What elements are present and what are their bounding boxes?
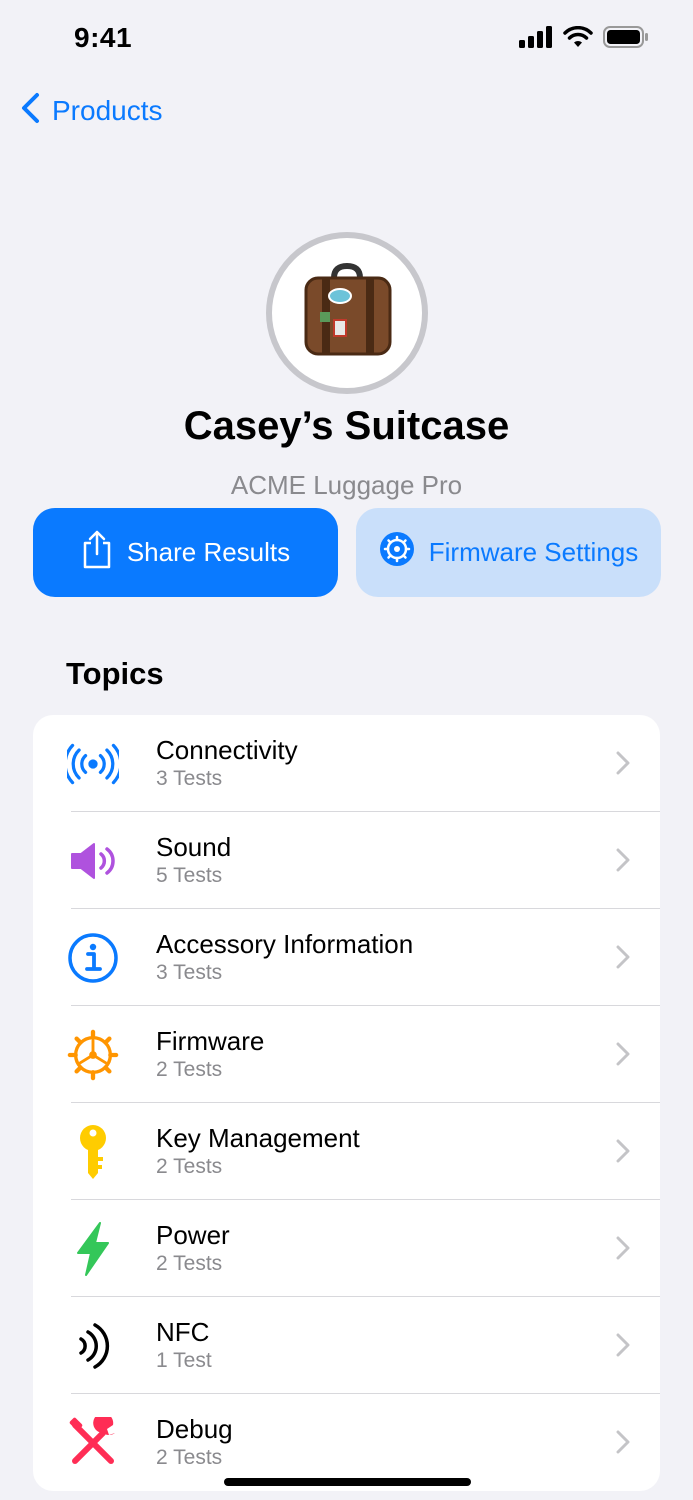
battery-icon (603, 26, 649, 53)
product-avatar (266, 232, 428, 394)
key-icon (67, 1125, 119, 1179)
topic-label: Key Management (156, 1123, 360, 1153)
tools-icon (67, 1417, 119, 1469)
info-icon (67, 932, 119, 984)
topic-detail: 5 Tests (156, 864, 223, 887)
topic-detail: 2 Tests (156, 1252, 223, 1275)
topic-row-connectivity[interactable]: Connectivity 3 Tests (33, 715, 660, 812)
chevron-left-icon (20, 92, 40, 129)
status-icons (519, 25, 649, 53)
back-label: Products (52, 94, 163, 126)
share-results-button[interactable]: Share Results (33, 508, 338, 597)
topic-label: Sound (156, 832, 232, 862)
wifi-icon (563, 25, 593, 53)
topic-row-firmware[interactable]: Firmware 2 Tests (33, 1006, 660, 1103)
home-indicator[interactable] (224, 1478, 471, 1486)
gear-icon (67, 1029, 119, 1081)
topic-detail: 1 Test (156, 1349, 212, 1372)
topics-list: Connectivity 3 Tests Sound 5 Tests Acces… (33, 715, 660, 1491)
topic-detail: 3 Tests (156, 767, 223, 790)
topic-row-accessory-information[interactable]: Accessory Information 3 Tests (33, 909, 660, 1006)
speaker-icon (67, 835, 119, 887)
back-button[interactable]: Products (20, 92, 163, 129)
topic-detail: 3 Tests (156, 961, 223, 984)
nfc-icon (67, 1320, 119, 1372)
chevron-right-icon (616, 848, 630, 877)
chevron-right-icon (616, 751, 630, 780)
product-title: Casey’s Suitcase (183, 404, 510, 448)
topic-row-key-management[interactable]: Key Management 2 Tests (33, 1103, 660, 1200)
topic-label: Accessory Information (156, 929, 414, 959)
topic-row-debug[interactable]: Debug 2 Tests (33, 1394, 660, 1491)
chevron-right-icon (616, 1042, 630, 1071)
suitcase-icon (292, 256, 402, 371)
topic-label: Debug (156, 1414, 233, 1444)
bolt-icon (67, 1222, 119, 1276)
topic-detail: 2 Tests (156, 1155, 223, 1178)
chevron-right-icon (616, 1236, 630, 1265)
firmware-settings-label: Firmware Settings (428, 537, 639, 567)
topic-detail: 2 Tests (156, 1446, 223, 1469)
chevron-right-icon (616, 1333, 630, 1362)
topic-detail: 2 Tests (156, 1058, 223, 1081)
share-icon (81, 529, 113, 576)
topic-label: Firmware (156, 1026, 265, 1056)
topic-row-sound[interactable]: Sound 5 Tests (33, 812, 660, 909)
chevron-right-icon (616, 1430, 630, 1459)
chevron-right-icon (616, 1139, 630, 1168)
topic-label: NFC (156, 1317, 210, 1347)
signal-icon (519, 26, 553, 53)
topic-row-power[interactable]: Power 2 Tests (33, 1200, 660, 1297)
topic-label: Connectivity (156, 735, 298, 765)
share-results-label: Share Results (126, 537, 291, 567)
status-time: 9:41 (74, 22, 133, 53)
topic-row-nfc[interactable]: NFC 1 Test (33, 1297, 660, 1394)
antenna-icon (67, 738, 119, 790)
firmware-settings-button[interactable]: Firmware Settings (356, 508, 661, 597)
gear-circle-icon (379, 531, 415, 574)
section-title-topics: Topics (66, 656, 164, 691)
chevron-right-icon (616, 945, 630, 974)
product-subtitle: ACME Luggage Pro (230, 470, 463, 500)
topic-label: Power (156, 1220, 230, 1250)
